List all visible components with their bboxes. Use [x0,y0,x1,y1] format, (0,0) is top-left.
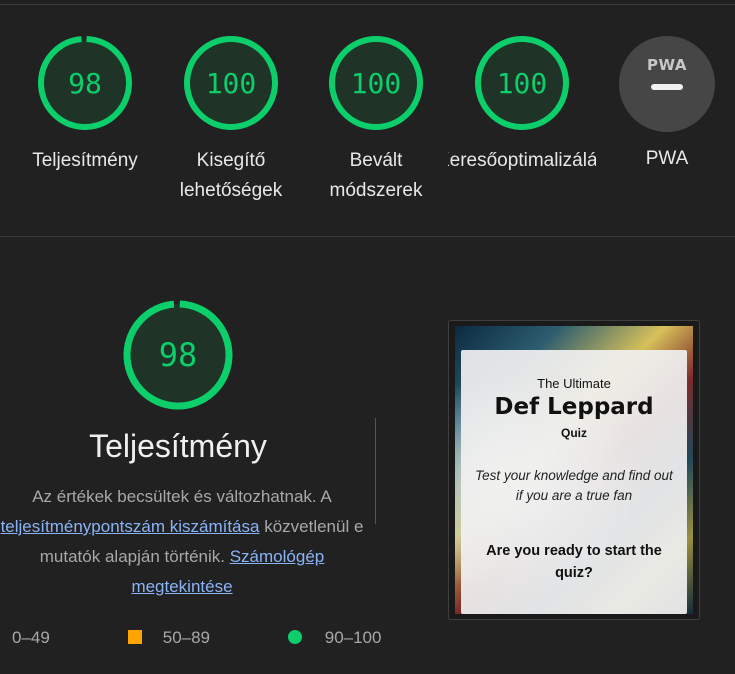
gauge-label: PWA [645,148,689,169]
top-border [0,4,735,5]
gauge-label: Kisegítő [196,150,266,171]
gauge-score: 100 [497,67,548,100]
gauge-pwa[interactable]: PWA PWA [597,36,735,174]
pwa-logo-icon: PWA [647,56,687,74]
performance-score: 98 [159,336,198,374]
gauge-label: Bevált [349,150,403,171]
final-screenshot: The Ultimate Def Leppard Quiz Test your … [455,326,693,614]
gauge-score: 100 [206,67,257,100]
legend-average: 50–89 [128,628,210,648]
performance-score-ring: 98 [123,300,233,410]
score-ring: 100 [475,35,569,130]
legend-fail-label: 0–49 [12,628,50,647]
legend-pass: 90–100 [288,628,381,648]
circle-icon [288,630,302,644]
pwa-badge-circle: PWA [619,36,715,132]
gauge-label: Teljesítmény [32,150,138,171]
gauge-score: 98 [68,67,102,100]
score-ring: 100 [329,35,423,130]
vertical-separator [375,418,376,524]
section-divider [0,236,735,237]
legend-pass-label: 90–100 [324,628,382,647]
pwa-dash-icon [651,84,683,90]
desc-line-2: teljesítménypontszám kiszámítása közvetl… [0,512,372,542]
quiz-pretitle: The Ultimate [537,376,611,391]
desc-text: mutatók alapján történik. [39,547,230,566]
score-ring: 100 [184,35,278,130]
quiz-title: Def Leppard [494,394,654,420]
gauge-seo[interactable]: 100 Keresőoptimalizálás [448,34,596,176]
legend-average-label: 50–89 [162,628,211,647]
desc-line-3: mutatók alapján történik. Számológép [0,542,372,572]
performance-title: Teljesítmény [89,428,267,464]
gauge-performance[interactable]: 98 Teljesítmény [15,34,155,176]
calculator-link-cont[interactable]: megtekintése [131,577,232,596]
quiz-card: The Ultimate Def Leppard Quiz Test your … [461,350,687,614]
legend-fail: 0–49 [12,628,50,648]
score-calculation-link[interactable]: teljesítménypontszám kiszámítása [1,517,260,536]
gauge-label: Keresőoptimalizálás [448,150,596,171]
quiz-description: Test your knowledge and find out if you … [475,468,673,503]
gauge-score: 100 [351,67,402,100]
score-ring: 98 [37,35,132,130]
desc-line-1: Az értékek becsültek és változhatnak. A [32,487,332,506]
square-icon [128,630,142,644]
gauge-best-practices[interactable]: 100 Bevált módszerek [306,34,446,206]
gauge-label-line2: módszerek [329,180,423,201]
quiz-question: Are you ready to start the quiz? [486,543,662,581]
desc-line-4: megtekintése [0,572,372,602]
calculator-link[interactable]: Számológép [230,547,325,566]
quiz-subtitle: Quiz [561,426,587,440]
desc-text: közvetlenül e [259,517,364,536]
performance-description: Az értékek becsültek és változhatnak. A … [0,482,372,602]
gauge-label-line2: lehetőségek [179,180,283,201]
gauge-accessibility[interactable]: 100 Kisegítő lehetőségek [161,34,301,206]
